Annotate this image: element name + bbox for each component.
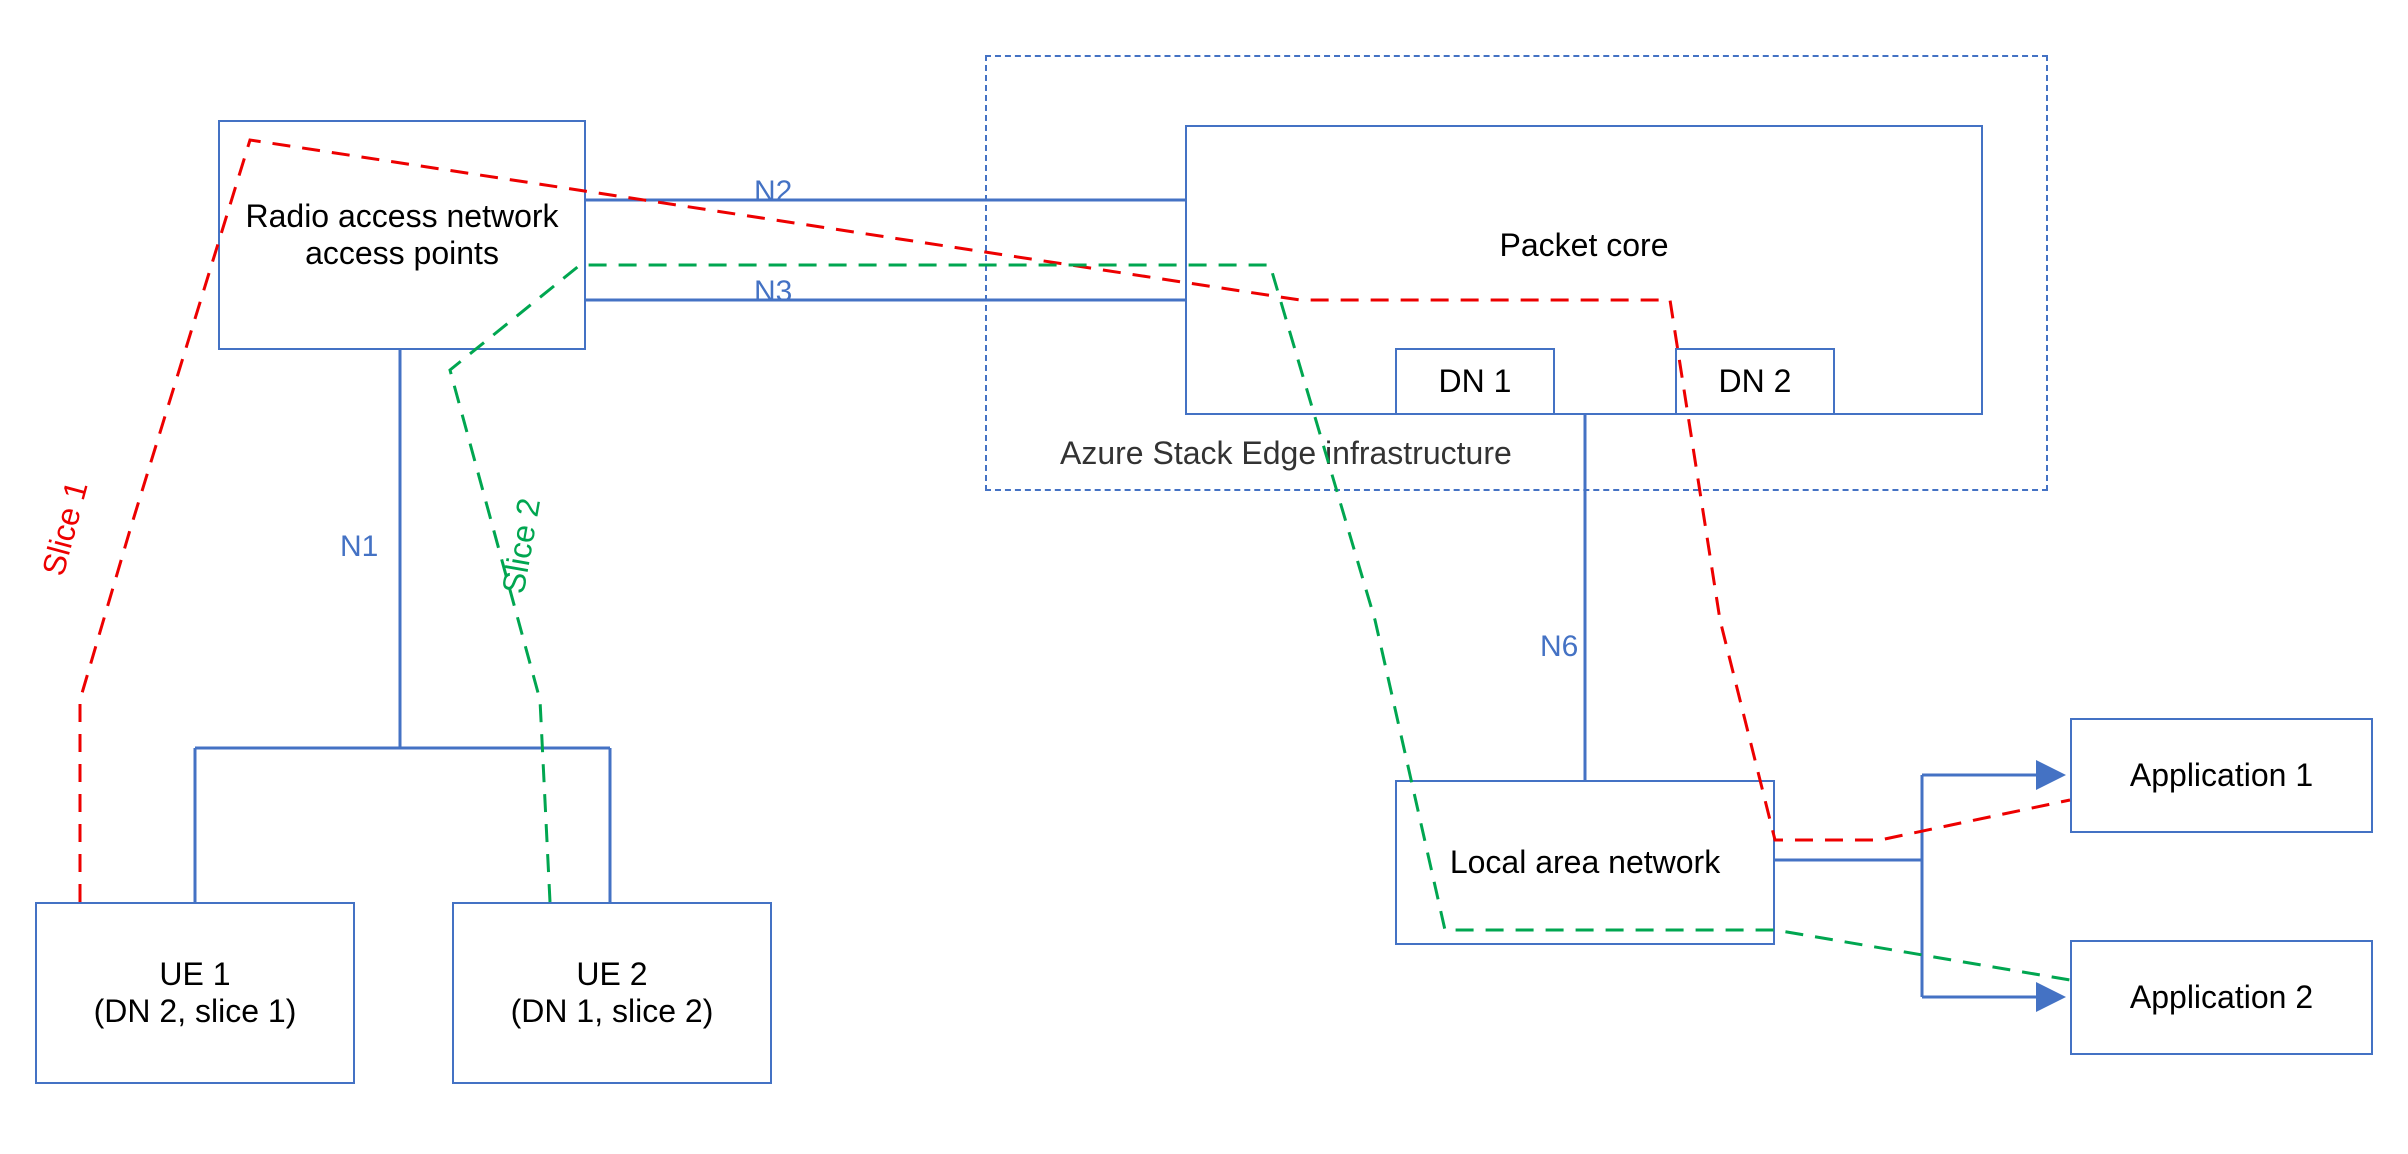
ran-label: Radio access network access points bbox=[230, 198, 574, 272]
ue1-label-line1: UE 1 bbox=[159, 956, 230, 993]
azure-stack-label: Azure Stack Edge infrastructure bbox=[1060, 435, 1512, 472]
dn2-label: DN 2 bbox=[1719, 363, 1792, 400]
app2-label: Application 2 bbox=[2130, 979, 2313, 1016]
lan-box: Local area network bbox=[1395, 780, 1775, 945]
dn2-box: DN 2 bbox=[1675, 348, 1835, 415]
packet-core-label: Packet core bbox=[1500, 227, 1669, 263]
ran-box: Radio access network access points bbox=[218, 120, 586, 350]
lan-label: Local area network bbox=[1450, 844, 1720, 881]
slice2-label: Slice 2 bbox=[495, 495, 548, 596]
ue2-box: UE 2 (DN 1, slice 2) bbox=[452, 902, 772, 1084]
app1-label: Application 1 bbox=[2130, 757, 2313, 794]
n1-label: N1 bbox=[340, 530, 378, 564]
packet-core-box: Packet core bbox=[1185, 125, 1983, 415]
dn1-box: DN 1 bbox=[1395, 348, 1555, 415]
n2-label: N2 bbox=[754, 175, 792, 209]
n6-label: N6 bbox=[1540, 630, 1578, 664]
ue2-label-line2: (DN 1, slice 2) bbox=[511, 993, 714, 1030]
ue2-label-line1: UE 2 bbox=[576, 956, 647, 993]
app2-box: Application 2 bbox=[2070, 940, 2373, 1055]
dn1-label: DN 1 bbox=[1439, 363, 1512, 400]
slice1-label: Slice 1 bbox=[35, 477, 96, 579]
app1-box: Application 1 bbox=[2070, 718, 2373, 833]
n3-label: N3 bbox=[754, 275, 792, 309]
ue1-label-line2: (DN 2, slice 1) bbox=[94, 993, 297, 1030]
ue1-box: UE 1 (DN 2, slice 1) bbox=[35, 902, 355, 1084]
